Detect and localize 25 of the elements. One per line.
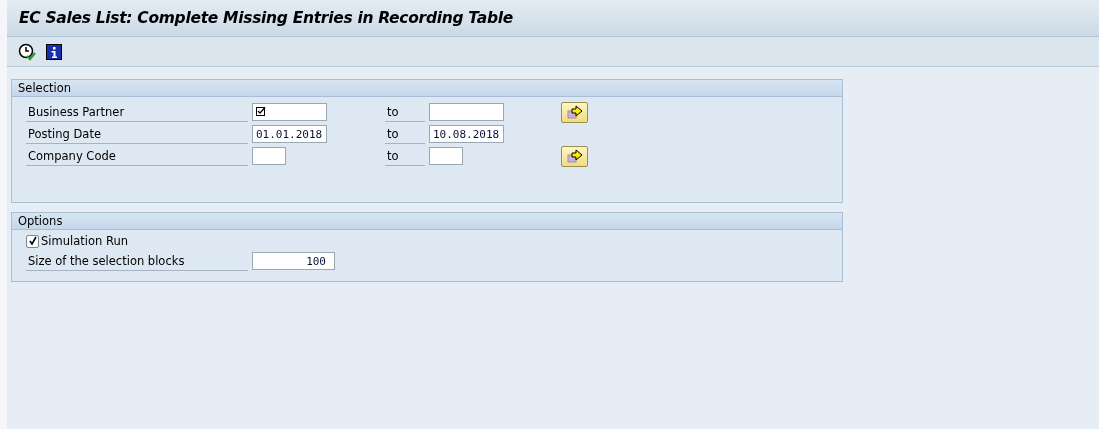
input-field[interactable]: 10.08.2018 [429,125,504,143]
to-label: to [385,124,425,144]
info-icon[interactable] [46,43,62,60]
arrow-icon [566,105,583,119]
field-label: Posting Date [26,124,248,144]
window-title: EC Sales List: Complete Missing Entries in Recording Table [19,9,513,27]
execute-icon[interactable] [18,42,36,61]
input-field[interactable]: 100 [252,252,335,270]
input-field[interactable]: 01.01.2018 [252,125,327,143]
input-field[interactable] [252,103,327,121]
multiple-selection-button[interactable] [561,145,588,167]
to-label: to [385,102,425,122]
field-label: Size of the selection blocks [26,251,248,271]
input-field[interactable] [429,103,504,121]
multiple-selection-button[interactable] [561,101,588,123]
group-title: Selection [18,81,71,95]
checkbox-label: Simulation Run [41,234,128,248]
input-field[interactable] [252,147,286,165]
group-title: Options [18,214,63,228]
input-field[interactable] [429,147,463,165]
field-label: Business Partner [26,102,248,122]
arrow-icon [566,149,583,163]
to-label: to [385,146,425,166]
checkbox[interactable] [26,234,39,248]
field-label: Company Code [26,146,248,166]
